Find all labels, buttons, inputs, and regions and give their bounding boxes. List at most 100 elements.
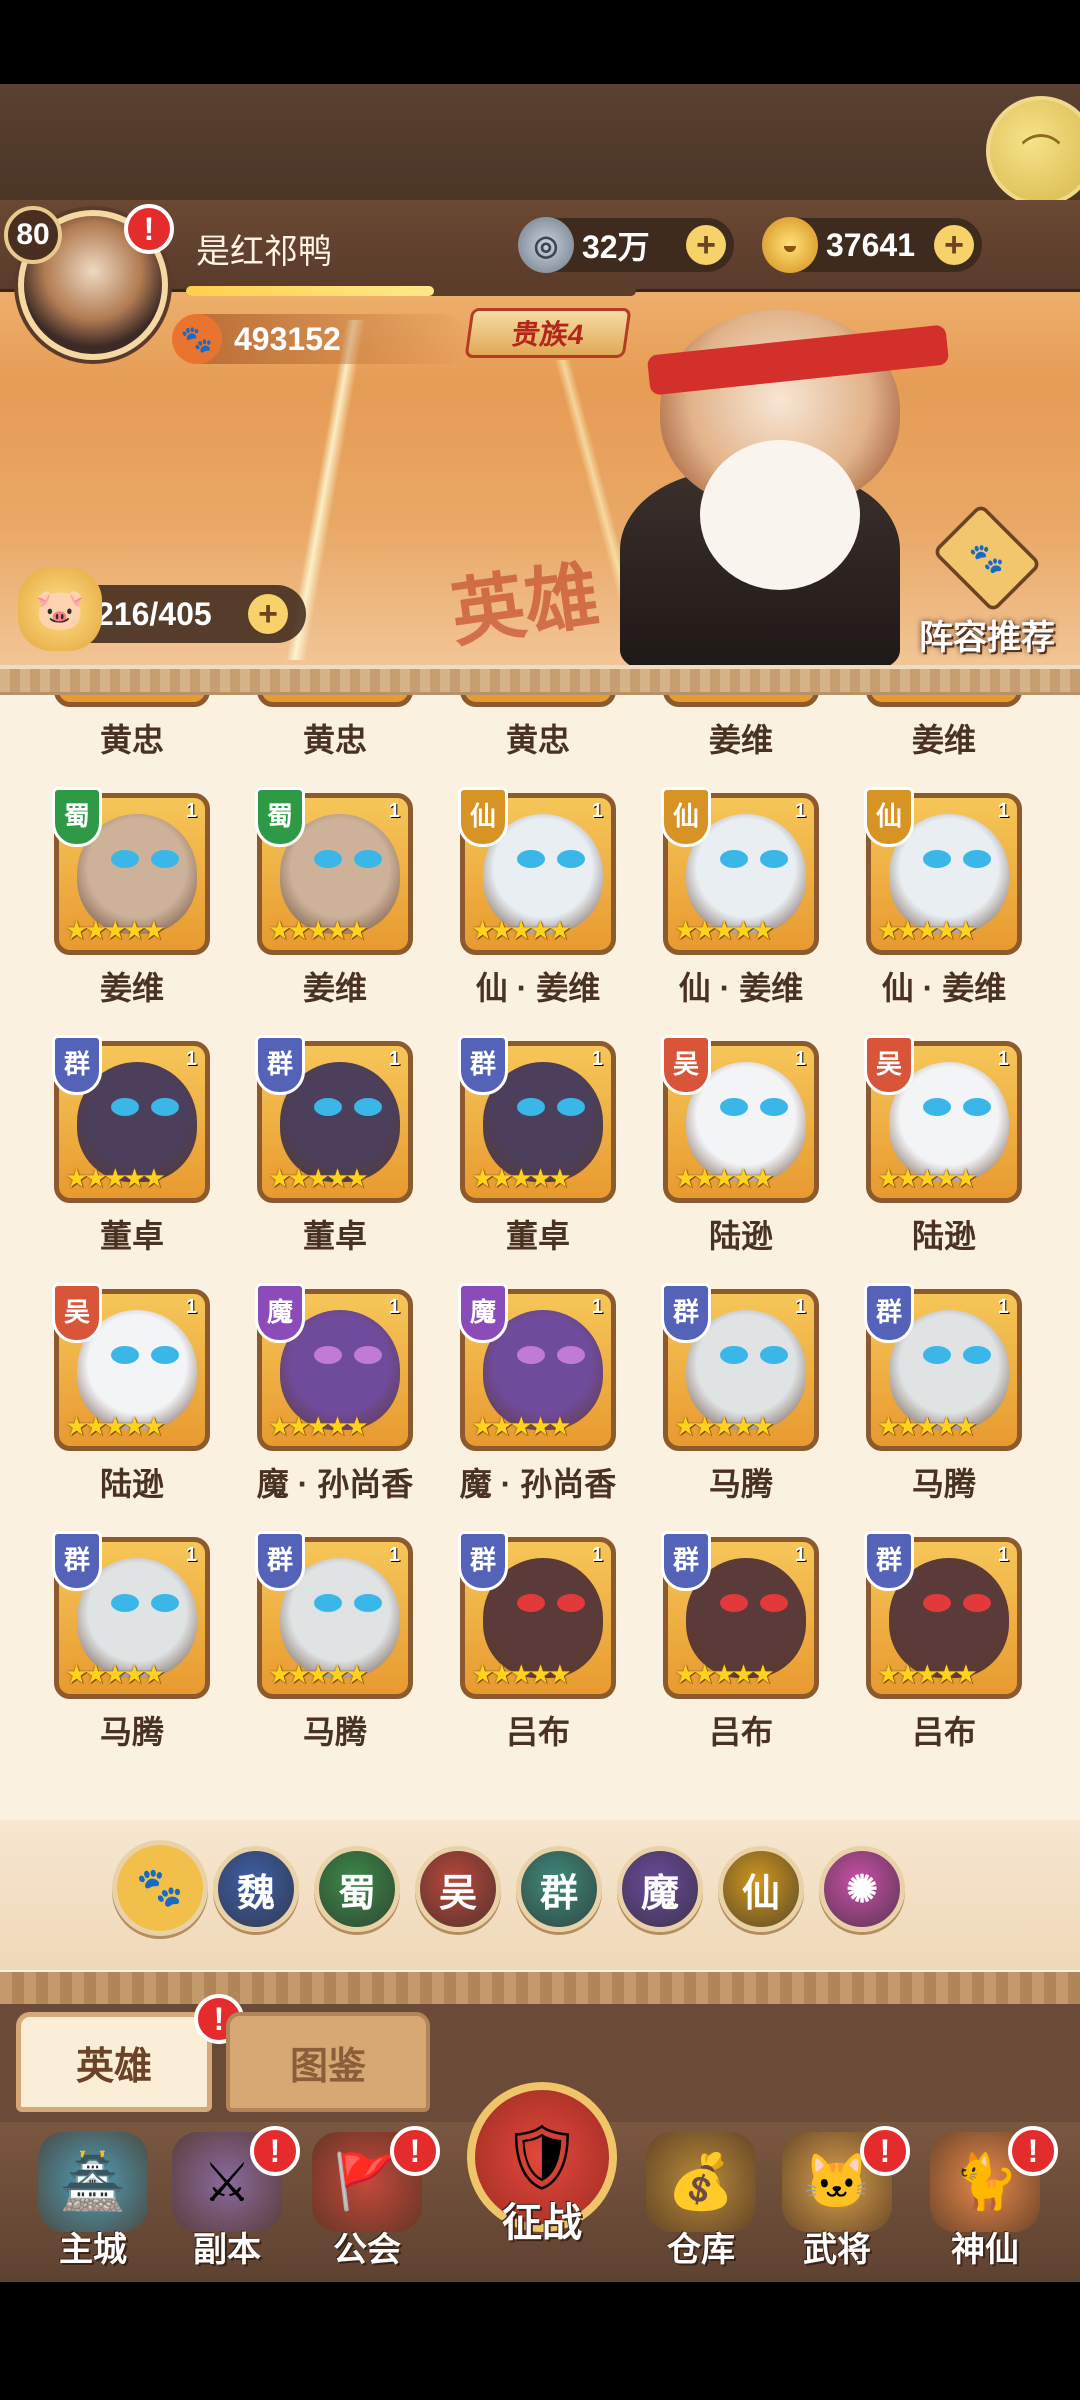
coin-icon: ◎ — [518, 217, 574, 273]
paw-icon[interactable]: 🐾 — [112, 1840, 208, 1936]
mo-faction-icon[interactable]: 魔 — [617, 1846, 703, 1932]
lineup-recommend-button[interactable]: 🐾 阵容推荐 — [912, 503, 1062, 659]
hero-stars: ★★★★★ — [471, 1163, 572, 1193]
hero-eye — [963, 1594, 991, 1612]
nav-alert-icon: ! — [250, 2126, 300, 2176]
hero-level: 1 — [794, 1048, 806, 1070]
hero-card[interactable]: ★★★★★ 1 群马腾 — [52, 1531, 212, 1785]
shu-faction-icon[interactable]: 蜀 — [314, 1846, 400, 1932]
hero-name: 姜维 — [708, 722, 773, 758]
hero-card[interactable]: ★★★★★ 1 群吕布 — [661, 1531, 821, 1785]
tab-codex[interactable]: 图鉴 — [226, 2012, 430, 2112]
hero-card[interactable]: ★★★★★ 姜维 — [864, 695, 1024, 793]
faction-badge: 吴 — [864, 1035, 914, 1095]
hero-level: 1 — [185, 1544, 197, 1566]
nav-item-campaign[interactable]: 🛡 征战 — [462, 2082, 622, 2282]
hero-level: 1 — [388, 1544, 400, 1566]
hero-name: 董卓 — [505, 1218, 570, 1254]
hero-name: 黄忠 — [302, 722, 367, 758]
top-band — [0, 84, 1080, 204]
hero-eye — [517, 850, 545, 868]
hero-card[interactable]: ★★★★★ 黄忠 — [255, 695, 415, 793]
hero-card[interactable]: ★★★★★ 1 仙仙 · 姜维 — [661, 787, 821, 1041]
banner-watermark: 英雄 — [445, 552, 605, 658]
hero-level: 1 — [794, 800, 806, 822]
hero-eye — [963, 850, 991, 868]
hero-card[interactable]: ★★★★★ 1 魔魔 · 孙尚香 — [458, 1283, 618, 1537]
nav-alert-icon: ! — [860, 2126, 910, 2176]
hero-eye — [151, 850, 179, 868]
hero-card[interactable]: ★★★★★ 1 吴陆逊 — [864, 1035, 1024, 1289]
hero-card[interactable]: ★★★★★ 1 群马腾 — [661, 1283, 821, 1537]
stamina-counter: 🐷 216/405 + — [18, 567, 306, 651]
xian-faction-icon[interactable]: 仙 — [718, 1846, 804, 1932]
hero-card[interactable]: ★★★★★ 1 群马腾 — [864, 1283, 1024, 1537]
hero-stars: ★★★★★ — [877, 915, 978, 945]
hero-eye — [963, 1098, 991, 1116]
hero-card[interactable]: ★★★★★ 1 吴陆逊 — [661, 1035, 821, 1289]
nav-item-4[interactable]: 💰 仓库 — [636, 2132, 766, 2282]
faction-badge: 魔 — [458, 1283, 508, 1343]
hero-card[interactable]: ★★★★★ 1 群吕布 — [864, 1531, 1024, 1785]
hero-portrait: ★★★★★ — [663, 695, 819, 707]
hero-eye — [720, 1346, 748, 1364]
faction-badge: 群 — [458, 1035, 508, 1095]
lineup-recommend-label: 阵容推荐 — [919, 619, 1055, 657]
hero-level: 1 — [591, 800, 603, 822]
hero-level: 1 — [388, 1296, 400, 1318]
nav-item-0[interactable]: 🏯 主城 — [28, 2132, 158, 2282]
hero-card[interactable]: ★★★★★ 1 蜀姜维 — [255, 787, 415, 1041]
ingot-amount: 37641 — [826, 226, 915, 263]
noble-rank-badge[interactable]: 贵族4 — [464, 308, 632, 358]
hero-stars: ★★★★★ — [268, 915, 369, 945]
hero-name: 姜维 — [302, 970, 367, 1006]
add-ingots-button[interactable]: + — [934, 225, 974, 265]
faction-badge: 仙 — [661, 787, 711, 847]
hero-card[interactable]: ★★★★★ 1 群吕布 — [458, 1531, 618, 1785]
hero-card[interactable]: ★★★★★ 姜维 — [661, 695, 821, 793]
hero-name: 仙 · 姜维 — [678, 970, 804, 1006]
wei-faction-icon[interactable]: 魏 — [213, 1846, 299, 1932]
hero-card[interactable]: ★★★★★ 黄忠 — [52, 695, 212, 793]
tab-heroes[interactable]: 英雄 — [16, 2012, 212, 2112]
wu-faction-icon[interactable]: 吴 — [415, 1846, 501, 1932]
gold-ingot-icon: ◒ — [762, 217, 818, 273]
nav-item-6[interactable]: 🐈 神仙! — [920, 2126, 1058, 2282]
hero-card[interactable]: ★★★★★ 1 仙仙 · 姜维 — [458, 787, 618, 1041]
hero-card[interactable]: ★★★★★ 1 群董卓 — [52, 1035, 212, 1289]
hero-stars: ★★★★★ — [471, 1411, 572, 1441]
hero-stars: ★★★★★ — [877, 1163, 978, 1193]
hero-card[interactable]: ★★★★★ 1 群马腾 — [255, 1531, 415, 1785]
faction-badge: 吴 — [661, 1035, 711, 1095]
hero-eye — [517, 1346, 545, 1364]
hero-name: 董卓 — [99, 1218, 164, 1254]
add-stamina-button[interactable]: + — [248, 594, 288, 634]
faction-badge: 群 — [661, 1283, 711, 1343]
hero-level: 1 — [388, 800, 400, 822]
hero-portrait: ★★★★★ — [460, 695, 616, 707]
hero-card[interactable]: ★★★★★ 黄忠 — [458, 695, 618, 793]
hero-card[interactable]: ★★★★★ 1 蜀姜维 — [52, 787, 212, 1041]
special-faction-icon[interactable]: ✺ — [819, 1846, 905, 1932]
hero-level: 1 — [591, 1296, 603, 1318]
hero-card[interactable]: ★★★★★ 1 吴陆逊 — [52, 1283, 212, 1537]
hero-eye — [354, 850, 382, 868]
nav-item-1[interactable]: ⚔ 副本! — [162, 2126, 300, 2282]
nav-label: 仓库 — [667, 2231, 735, 2269]
hero-stars: ★★★★★ — [674, 915, 775, 945]
hero-eye — [517, 1098, 545, 1116]
hero-eye — [354, 1594, 382, 1612]
hero-card[interactable]: ★★★★★ 1 群董卓 — [255, 1035, 415, 1289]
nav-item-5[interactable]: 🐱 武将! — [772, 2126, 910, 2282]
hero-card[interactable]: ★★★★★ 1 仙仙 · 姜维 — [864, 787, 1024, 1041]
hero-name: 陆逊 — [708, 1218, 773, 1254]
stamina-value: 216/405 — [96, 595, 212, 632]
qun-faction-icon[interactable]: 群 — [516, 1846, 602, 1932]
hero-eye — [314, 1346, 342, 1364]
hero-card[interactable]: ★★★★★ 1 魔魔 · 孙尚香 — [255, 1283, 415, 1537]
nav-label: 副本 — [193, 2231, 261, 2269]
hero-card[interactable]: ★★★★★ 1 群董卓 — [458, 1035, 618, 1289]
hero-level: 1 — [185, 1296, 197, 1318]
add-coins-button[interactable]: + — [686, 225, 726, 265]
nav-item-2[interactable]: 🚩 公会! — [302, 2126, 440, 2282]
